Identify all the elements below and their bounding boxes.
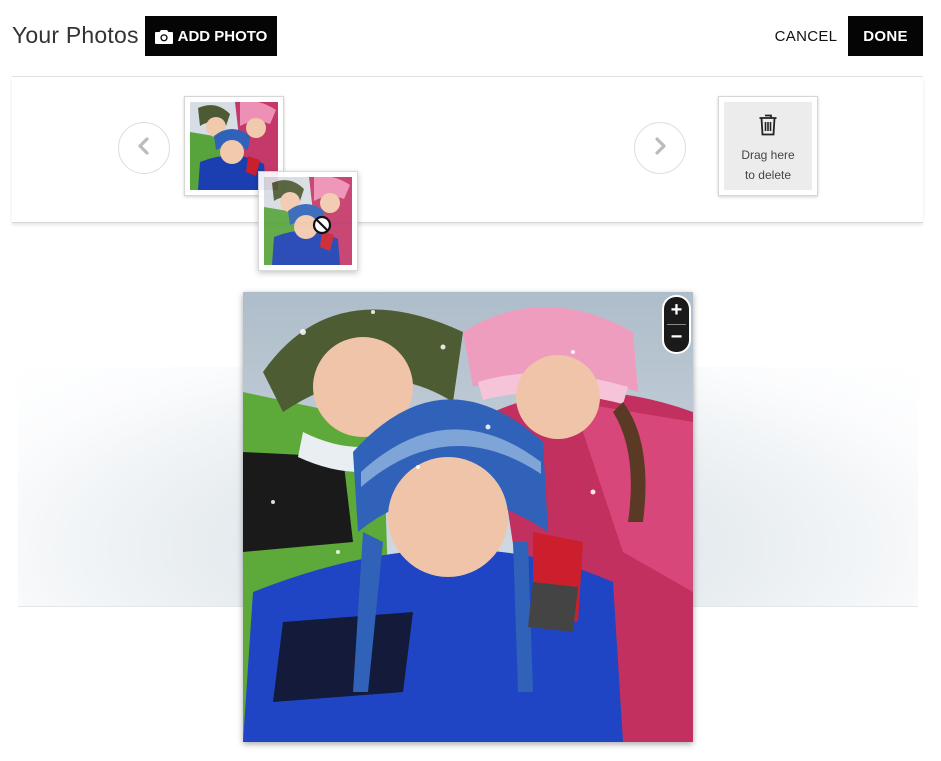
trash-icon <box>758 114 778 141</box>
add-photo-label: ADD PHOTO <box>177 27 268 45</box>
delete-drop-zone-inner: Drag here to delete <box>724 102 812 190</box>
cancel-button[interactable]: CANCEL <box>770 16 842 56</box>
chevron-left-icon <box>136 136 152 161</box>
done-button[interactable]: DONE <box>848 16 923 56</box>
add-photo-button[interactable]: ADD PHOTO <box>145 16 277 56</box>
page-title: Your Photos <box>12 22 139 48</box>
camera-icon <box>154 29 173 44</box>
delete-drop-zone[interactable]: Drag here to delete <box>718 96 818 196</box>
dragged-photo-thumbnail[interactable] <box>258 171 358 271</box>
next-button[interactable] <box>634 122 686 174</box>
dragged-thumbnail-image <box>264 177 352 265</box>
chevron-right-icon <box>652 136 668 161</box>
delete-hint-line2: to delete <box>744 168 792 182</box>
delete-drop-zone-text: Drag here to delete <box>741 145 794 185</box>
photo-canvas[interactable] <box>243 292 693 742</box>
header-bar: Your Photos ADD PHOTO CANCEL DONE <box>0 0 941 76</box>
no-drop-icon <box>312 215 332 235</box>
zoom-out-button[interactable]: − <box>664 324 689 351</box>
previous-button[interactable] <box>118 122 170 174</box>
main-photo-image <box>243 292 693 742</box>
zoom-control: + − <box>664 297 689 352</box>
zoom-in-button[interactable]: + <box>664 297 689 324</box>
delete-hint-line1: Drag here <box>741 148 795 162</box>
